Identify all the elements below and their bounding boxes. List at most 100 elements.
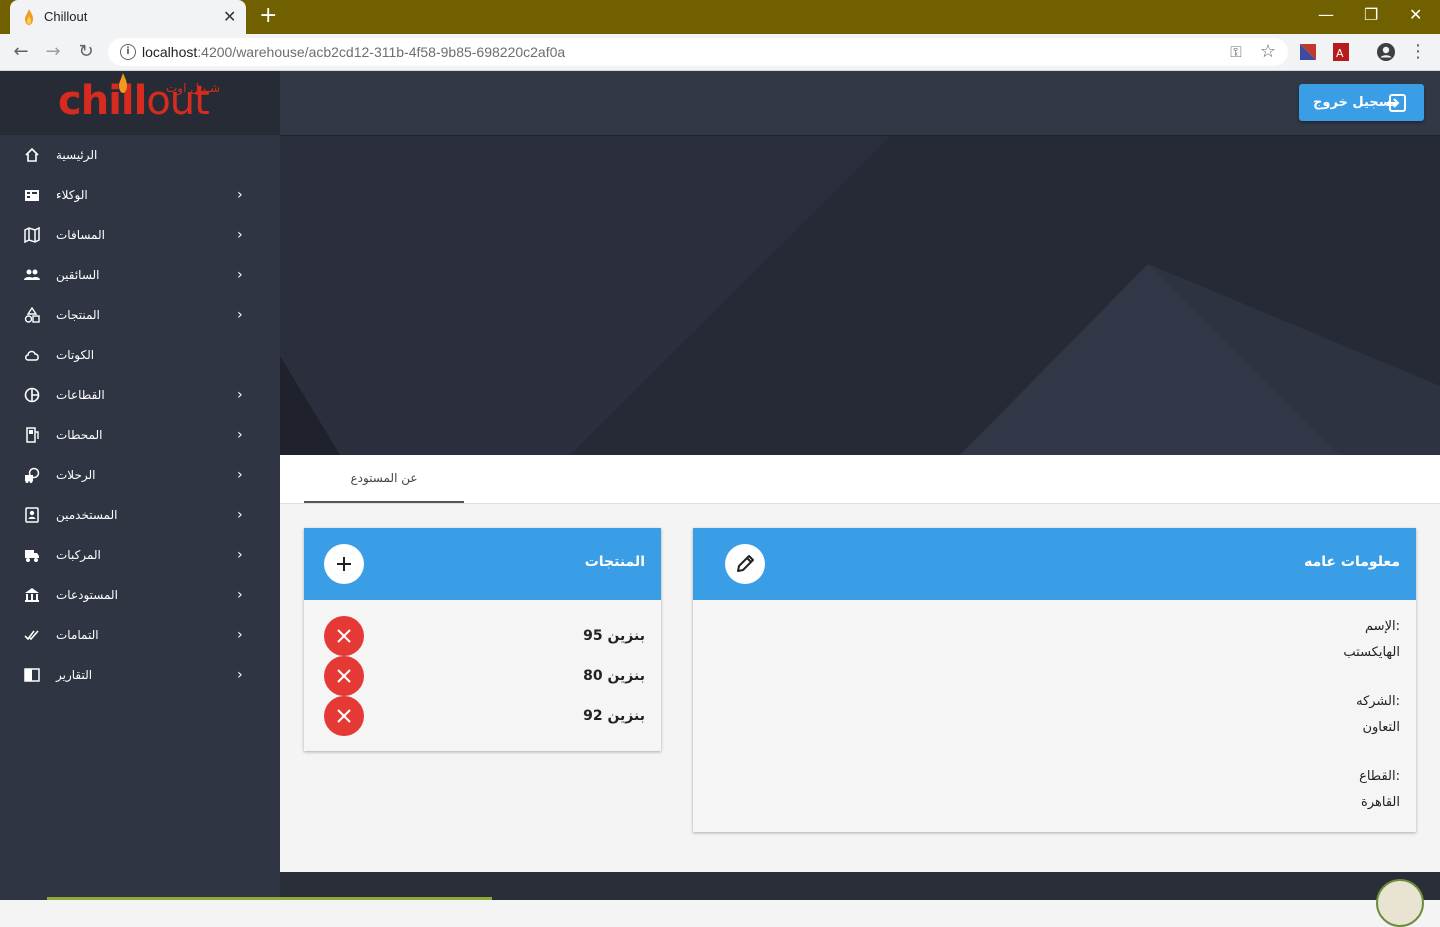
sidebar-item[interactable]: القطاعات ›	[0, 375, 280, 415]
sidebar-item[interactable]: التمامات ›	[0, 615, 280, 655]
browser-tab[interactable]: Chillout ✕	[10, 0, 246, 34]
sidebar-item-label: المسافات	[56, 228, 105, 242]
forward-icon[interactable]: →	[43, 42, 63, 62]
remove-product-button[interactable]	[324, 616, 364, 656]
key-icon[interactable]: ⚿	[1226, 42, 1246, 62]
address-bar[interactable]: i localhost:4200/warehouse/acb2cd12-311b…	[108, 38, 1288, 66]
flame-favicon-icon	[25, 9, 33, 25]
check-all-icon	[24, 630, 39, 641]
new-tab-icon[interactable]: +	[259, 5, 277, 27]
chevron-right-icon: ›	[237, 187, 243, 203]
book-icon	[24, 668, 40, 682]
station-icon	[26, 427, 39, 443]
sector-value: القاهرة	[1361, 795, 1400, 810]
sidebar-item[interactable]: الرئيسية	[0, 135, 280, 175]
sidebar-item[interactable]: المنتجات ›	[0, 295, 280, 335]
edit-info-button[interactable]	[725, 544, 765, 584]
products-card-header: المنتجات	[304, 528, 661, 600]
sidebar-item[interactable]: المستودعات ›	[0, 575, 280, 615]
sidebar-item-label: التقارير	[56, 668, 93, 682]
product-item: بنزين 92	[304, 696, 661, 736]
logout-button[interactable]: تسجيل خروج	[1299, 84, 1424, 121]
sidebar: chillout شـيـل اوت الرئيسية الوكلاء › المسا…	[0, 71, 280, 900]
map-icon	[24, 227, 40, 243]
logout-label: تسجيل خروج	[1313, 95, 1397, 110]
chevron-right-icon: ›	[237, 627, 243, 643]
sidebar-item[interactable]: الكوتات	[0, 335, 280, 375]
home-icon	[25, 147, 39, 162]
agents-icon	[25, 190, 39, 201]
people-icon	[24, 269, 40, 280]
cloud-icon	[25, 350, 39, 361]
truck-icon	[25, 550, 39, 562]
plus-icon	[337, 557, 351, 571]
sidebar-item[interactable]: السائقين ›	[0, 255, 280, 295]
logo-area: chillout شـيـل اوت	[0, 71, 280, 135]
close-tab-icon[interactable]: ✕	[223, 7, 236, 27]
tab-label: عن المستودع	[350, 471, 418, 485]
trips-icon	[25, 467, 40, 483]
remove-product-button[interactable]	[324, 696, 364, 736]
site-info-icon[interactable]: i	[120, 44, 136, 60]
browser-menu-icon[interactable]: ⋮	[1408, 42, 1428, 62]
chevron-right-icon: ›	[237, 267, 243, 283]
close-window-icon[interactable]: ✕	[1409, 5, 1422, 25]
svg-text:A: A	[1336, 47, 1344, 60]
sidebar-item[interactable]: المحطات ›	[0, 415, 280, 455]
sidebar-item-label: المحطات	[56, 428, 103, 442]
info-card-title: معلومات عامه	[1304, 554, 1400, 570]
sidebar-item-label: السائقين	[56, 268, 100, 282]
tab-about-warehouse[interactable]: عن المستودع	[304, 455, 464, 503]
shapes-icon	[24, 307, 40, 323]
sidebar-item-label: القطاعات	[56, 388, 105, 402]
general-info-card: معلومات عامه الإسم: الهايكستب الشركه: ال…	[693, 528, 1416, 832]
name-label: الإسم:	[1365, 619, 1400, 634]
chevron-right-icon: ›	[237, 307, 243, 323]
user-badge-icon	[25, 507, 39, 523]
tab-active-indicator	[304, 501, 464, 503]
minimize-icon[interactable]: —	[1318, 5, 1334, 25]
sidebar-item-label: الكوتات	[56, 348, 95, 362]
tab-title: Chillout	[44, 9, 88, 24]
sidebar-item-label: المستخدمين	[56, 508, 118, 522]
pdf-extension-icon[interactable]: A	[1333, 43, 1349, 61]
product-name: بنزين 95	[583, 628, 645, 644]
sidebar-item[interactable]: التقارير ›	[0, 655, 280, 695]
products-card-title: المنتجات	[584, 554, 645, 570]
company-label: الشركه:	[1356, 694, 1400, 709]
bookmark-star-icon[interactable]: ☆	[1258, 42, 1278, 62]
back-icon[interactable]: ←	[11, 42, 31, 62]
product-name: بنزين 92	[583, 708, 645, 724]
emblem-icon	[1376, 879, 1424, 927]
sidebar-item[interactable]: المستخدمين ›	[0, 495, 280, 535]
footer	[280, 872, 1440, 900]
url-text[interactable]: localhost:4200/warehouse/acb2cd12-311b-4…	[142, 44, 565, 60]
reload-icon[interactable]: ↻	[76, 42, 96, 62]
close-icon	[337, 629, 351, 643]
sidebar-item[interactable]: الرحلات ›	[0, 455, 280, 495]
sidebar-item[interactable]: المركبات ›	[0, 535, 280, 575]
close-icon	[337, 709, 351, 723]
add-product-button[interactable]	[324, 544, 364, 584]
profile-icon[interactable]	[1376, 42, 1396, 62]
extension-icon[interactable]	[1300, 44, 1316, 60]
products-card: المنتجات بنزين 95 بنزين 80 بنزين 92	[304, 528, 661, 751]
sidebar-item-label: الرئيسية	[56, 148, 98, 162]
chevron-right-icon: ›	[237, 507, 243, 523]
sidebar-item[interactable]: الوكلاء ›	[0, 175, 280, 215]
sidebar-item-label: الرحلات	[56, 468, 96, 482]
chevron-right-icon: ›	[237, 587, 243, 603]
chevron-right-icon: ›	[237, 667, 243, 683]
close-icon	[337, 669, 351, 683]
restore-icon[interactable]: ❐	[1364, 5, 1378, 25]
hero-background-shapes	[280, 136, 1440, 455]
flame-logo-icon	[119, 73, 127, 93]
product-name: بنزين 80	[583, 668, 645, 684]
chevron-right-icon: ›	[237, 467, 243, 483]
browser-toolbar: ← → ↻ i localhost:4200/warehouse/acb2cd1…	[0, 34, 1440, 71]
top-bar	[280, 71, 1440, 136]
browser-titlebar: Chillout ✕ + — ❐ ✕	[0, 0, 1440, 34]
name-value: الهايكستب	[1343, 645, 1400, 660]
remove-product-button[interactable]	[324, 656, 364, 696]
sidebar-item[interactable]: المسافات ›	[0, 215, 280, 255]
